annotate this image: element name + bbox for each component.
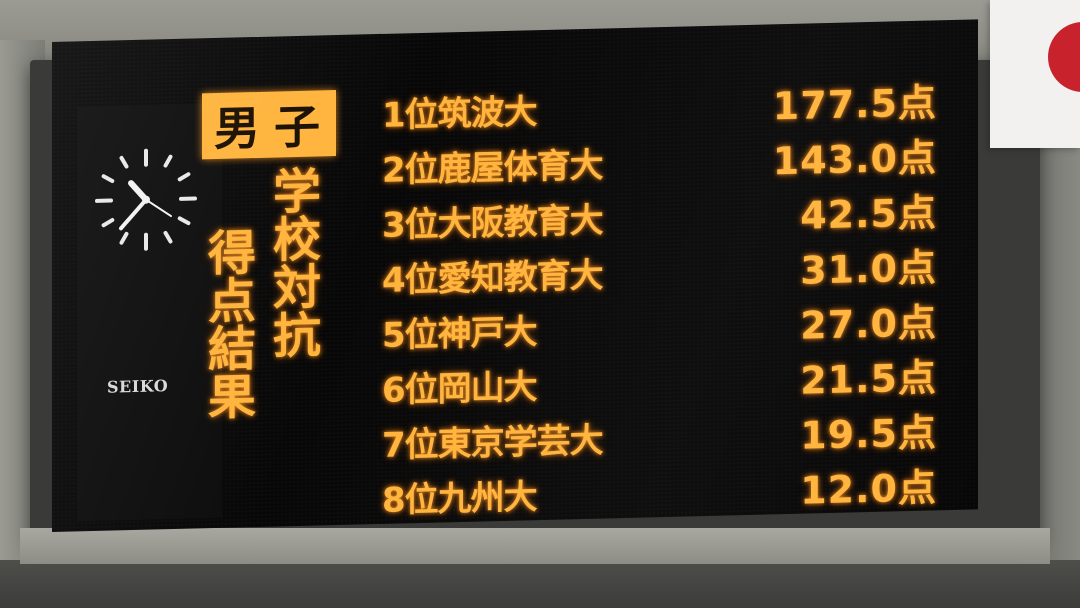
- score-value: 12.0点: [800, 465, 937, 513]
- rank-label: 2位鹿屋体育大: [382, 145, 603, 191]
- result-row: 6位岡山大 21.5点: [382, 350, 962, 419]
- clock-brand-label: SEIKO: [107, 376, 169, 397]
- rank-label: 4位愛知教育大: [382, 255, 603, 301]
- japan-flag: [990, 0, 1080, 148]
- category-badge: 男子: [202, 90, 336, 160]
- scoreboard-ledge: [20, 528, 1050, 564]
- result-row: 7位東京学芸大 19.5点: [382, 405, 962, 474]
- led-scoreboard: SEIKO 男子 学校対抗 得点結果 1位筑波大 177.5点 2位鹿屋体育大 …: [52, 19, 978, 533]
- score-value: 42.5点: [800, 190, 937, 238]
- rank-label: 3位大阪教育大: [382, 200, 603, 246]
- rank-label: 7位東京学芸大: [382, 420, 603, 466]
- score-value: 19.5点: [800, 410, 937, 458]
- rank-label: 5位神戸大: [382, 312, 537, 356]
- title-column-1: 学校対抗: [264, 165, 320, 359]
- result-row: 2位鹿屋体育大 143.0点: [382, 130, 962, 199]
- result-row: 4位愛知教育大 31.0点: [382, 240, 962, 309]
- result-row: 3位大阪教育大 42.5点: [382, 185, 962, 254]
- rank-label: 8位九州大: [382, 477, 537, 521]
- score-value: 21.5点: [800, 355, 937, 403]
- result-row: 5位神戸大 27.0点: [382, 295, 962, 364]
- flag-sun-disc: [1048, 22, 1080, 92]
- rank-label: 1位筑波大: [382, 92, 537, 136]
- results-list: 1位筑波大 177.5点 2位鹿屋体育大 143.0点 3位大阪教育大 42.5…: [382, 75, 962, 529]
- score-value: 31.0点: [800, 245, 937, 293]
- score-value: 27.0点: [800, 300, 937, 348]
- rank-label: 6位岡山大: [382, 367, 537, 411]
- score-value: 177.5点: [772, 80, 937, 129]
- score-value: 143.0点: [772, 135, 937, 184]
- analog-clock-icon: [95, 148, 197, 251]
- clock-panel: SEIKO: [77, 102, 222, 522]
- result-row: 1位筑波大 177.5点: [382, 75, 962, 144]
- title-column-2: 得点結果: [199, 227, 255, 421]
- wall-bottom: [0, 560, 1080, 608]
